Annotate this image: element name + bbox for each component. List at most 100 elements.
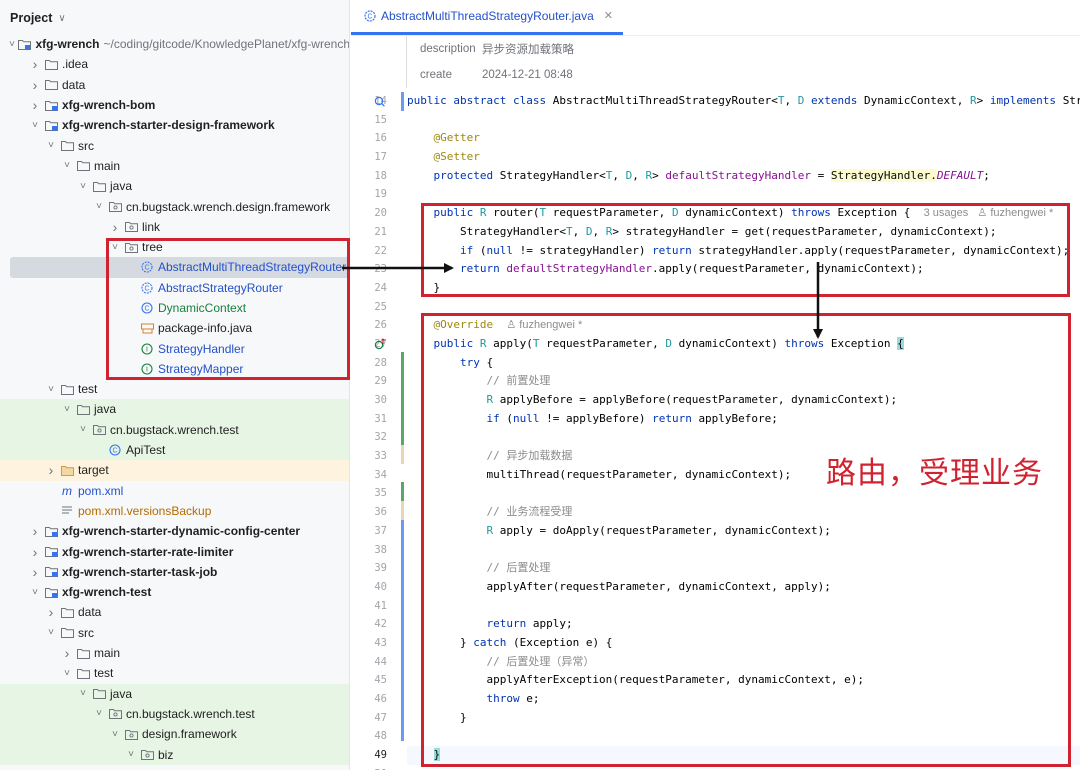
chevron-down-icon[interactable]: ˅ [60, 160, 74, 171]
line-number[interactable]: 31 [351, 410, 401, 429]
line-number[interactable]: 26 [351, 316, 401, 335]
code-line[interactable] [407, 185, 1080, 204]
impl-icon[interactable] [374, 95, 386, 107]
chevron-right-icon[interactable]: › [108, 219, 122, 235]
tree-item[interactable]: ˅ cn.bugstack.wrench.test [0, 703, 349, 725]
tree-item[interactable]: ˅ xfg-wrench-test [0, 582, 349, 602]
tree-item[interactable]: m pom.xml [0, 481, 349, 501]
chevron-down-icon[interactable]: ˅ [76, 688, 90, 699]
tree-item[interactable]: ˅ java [0, 683, 349, 704]
tree-item[interactable]: › target [0, 460, 349, 481]
code-line[interactable]: protected StrategyHandler<T, D, R> defau… [407, 167, 1080, 186]
chevron-right-icon[interactable]: › [60, 645, 74, 661]
chevron-down-icon[interactable]: ˅ [44, 627, 58, 638]
line-number[interactable]: 24 [351, 279, 401, 298]
chevron-right-icon[interactable]: › [28, 523, 42, 539]
tree-item[interactable]: ˅ biz [0, 744, 349, 765]
tree-item[interactable]: ˅ src [0, 623, 349, 643]
tree-item[interactable]: › xfg-wrench-bom [0, 95, 349, 115]
chevron-down-icon[interactable]: ˅ [124, 749, 138, 760]
line-number[interactable]: 45 [351, 671, 401, 690]
tree-item[interactable]: ˅ cn.bugstack.wrench.design.framework [0, 196, 349, 216]
chevron-down-icon[interactable]: ˅ [44, 384, 58, 395]
tree-item[interactable]: › data [0, 75, 349, 95]
override-icon[interactable] [374, 338, 386, 350]
chevron-right-icon[interactable]: › [28, 56, 42, 72]
line-number[interactable]: 22 [351, 242, 401, 261]
line-number[interactable]: 37 [351, 522, 401, 541]
line-number[interactable]: 49 [351, 746, 401, 765]
line-number[interactable]: 17 [351, 148, 401, 167]
chevron-down-icon[interactable]: ˅ [92, 708, 106, 719]
line-number[interactable]: 40 [351, 578, 401, 597]
line-number[interactable]: 38 [351, 541, 401, 560]
line-number[interactable]: 28 [351, 354, 401, 373]
chevron-right-icon[interactable]: › [28, 544, 42, 560]
line-number[interactable]: 33 [351, 447, 401, 466]
tree-item[interactable]: › .idea [0, 54, 349, 74]
chevron-down-icon[interactable]: ˅ [44, 140, 58, 151]
line-number[interactable]: 32 [351, 428, 401, 447]
chevron-right-icon[interactable]: › [28, 77, 42, 93]
line-number[interactable]: 50 [351, 765, 401, 770]
line-number[interactable]: 46 [351, 690, 401, 709]
tree-item[interactable]: ˅ test [0, 663, 349, 683]
tree-item[interactable]: ˅ cn.bugstack.wrench.test [0, 419, 349, 440]
tree-item[interactable]: › data [0, 602, 349, 622]
tree-item[interactable]: ˅ java [0, 399, 349, 420]
project-view-header[interactable]: Project ∨ [0, 0, 349, 36]
line-number[interactable]: 16 [351, 129, 401, 148]
chevron-down-icon[interactable]: ˅ [28, 587, 42, 598]
line-number[interactable]: 43 [351, 634, 401, 653]
line-number[interactable]: 18 [351, 167, 401, 186]
tree-item[interactable]: ˅ xfg-wrench ~/coding/gitcode/KnowledgePla… [0, 34, 349, 54]
chevron-down-icon[interactable]: ˅ [76, 181, 90, 192]
code-line[interactable]: public abstract class AbstractMultiThrea… [407, 92, 1080, 111]
close-icon[interactable]: ✕ [604, 9, 613, 22]
line-number[interactable]: 15 [351, 111, 401, 130]
chevron-down-icon[interactable]: ˅ [60, 668, 74, 679]
tree-item[interactable]: › xfg-wrench-starter-task-job [0, 562, 349, 582]
tree-item[interactable]: ˅ java [0, 176, 349, 196]
tree-item[interactable]: ˅ src [0, 135, 349, 155]
line-number[interactable]: 48 [351, 727, 401, 746]
tree-item[interactable]: › main [0, 643, 349, 663]
tree-item[interactable]: ˅ xfg-wrench-starter-design-framework [0, 115, 349, 135]
chevron-down-icon[interactable]: ˅ [92, 201, 106, 212]
line-number[interactable]: 14 [351, 92, 401, 111]
tree-item[interactable]: pom.xml.versionsBackup [0, 501, 349, 521]
chevron-down-icon[interactable]: ˅ [8, 39, 17, 50]
line-number[interactable]: 25 [351, 298, 401, 317]
chevron-down-icon[interactable]: ∨ [58, 13, 65, 24]
chevron-down-icon[interactable]: ˅ [60, 404, 74, 415]
line-number[interactable]: 21 [351, 223, 401, 242]
chevron-right-icon[interactable]: › [44, 462, 58, 478]
chevron-down-icon[interactable]: ˅ [108, 729, 122, 740]
line-number[interactable]: 19 [351, 185, 401, 204]
tree-item[interactable]: ˅ main [0, 156, 349, 176]
tree-item[interactable]: ˅ test [0, 379, 349, 399]
chevron-right-icon[interactable]: › [28, 564, 42, 580]
line-number[interactable]: 27 [351, 335, 401, 354]
line-number[interactable]: 42 [351, 615, 401, 634]
line-number[interactable]: 41 [351, 597, 401, 616]
tree-item[interactable]: › xfg-wrench-starter-dynamic-config-cente… [0, 521, 349, 541]
line-number[interactable]: 47 [351, 709, 401, 728]
line-number[interactable]: 35 [351, 484, 401, 503]
line-number[interactable]: 20 [351, 204, 401, 223]
chevron-right-icon[interactable]: › [28, 97, 42, 113]
tree-item[interactable]: C ApiTest [0, 439, 349, 461]
line-number[interactable]: 44 [351, 653, 401, 672]
chevron-down-icon[interactable]: ˅ [28, 120, 42, 131]
code-line[interactable] [407, 111, 1080, 130]
line-number[interactable]: 30 [351, 391, 401, 410]
editor-tab[interactable]: C AbstractMultiThreadStrategyRouter.java… [351, 0, 623, 35]
chevron-down-icon[interactable]: ˅ [76, 424, 90, 435]
line-number[interactable]: 23 [351, 260, 401, 279]
chevron-right-icon[interactable]: › [44, 604, 58, 620]
code-line[interactable]: @Getter [407, 129, 1080, 148]
line-number[interactable]: 39 [351, 559, 401, 578]
tree-item[interactable]: › xfg-wrench-starter-rate-limiter [0, 541, 349, 561]
line-number[interactable]: 34 [351, 466, 401, 485]
tree-item[interactable]: › link [0, 217, 349, 237]
